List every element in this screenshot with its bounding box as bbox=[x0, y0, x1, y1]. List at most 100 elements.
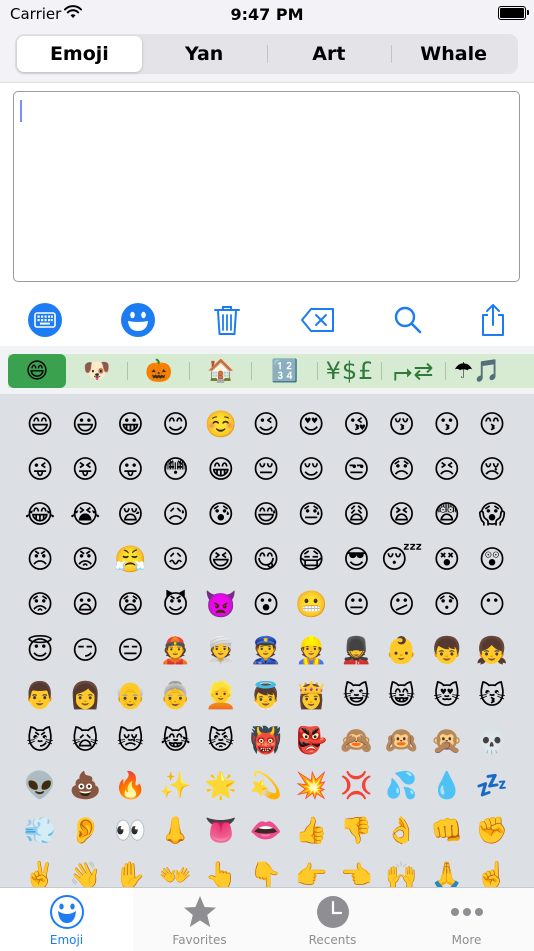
emoji-cell[interactable]: 👐 bbox=[155, 855, 197, 888]
search-button[interactable] bbox=[388, 300, 428, 340]
emoji-cell[interactable]: 😀 bbox=[109, 404, 151, 446]
emoji-cell[interactable]: 👵 bbox=[155, 675, 197, 717]
emoji-cell[interactable]: ✊ bbox=[471, 810, 513, 852]
emoji-cell[interactable]: 😹 bbox=[155, 720, 197, 762]
emoji-cell[interactable]: 🌟 bbox=[200, 765, 242, 807]
emoji-cell[interactable]: 😺 bbox=[335, 675, 377, 717]
emoji-cell[interactable]: 😗 bbox=[426, 404, 468, 446]
category-symbols[interactable]: 🔢 bbox=[252, 354, 318, 388]
emoji-cell[interactable]: 👳 bbox=[200, 630, 242, 672]
emoji-cell[interactable]: 😘 bbox=[335, 404, 377, 446]
category-smileys[interactable]: 😄 bbox=[8, 354, 66, 388]
tab-recents[interactable]: Recents bbox=[266, 888, 399, 951]
emoji-cell[interactable]: 👹 bbox=[245, 720, 287, 762]
text-editor[interactable] bbox=[13, 91, 520, 282]
emoji-cell[interactable]: 👌 bbox=[381, 810, 423, 852]
emoji-cell[interactable]: 👩 bbox=[64, 675, 106, 717]
emoji-cell[interactable]: 💥 bbox=[290, 765, 332, 807]
emoji-cell[interactable]: 👊 bbox=[426, 810, 468, 852]
emoji-cell[interactable]: 🙈 bbox=[335, 720, 377, 762]
emoji-cell[interactable]: 👿 bbox=[200, 584, 242, 626]
emoji-cell[interactable]: 😑 bbox=[109, 630, 151, 672]
emoji-cell[interactable]: 🙊 bbox=[426, 720, 468, 762]
emoji-cell[interactable]: 😥 bbox=[155, 494, 197, 536]
emoji-cell[interactable]: 👇 bbox=[245, 855, 287, 888]
emoji-cell[interactable]: 😭 bbox=[64, 494, 106, 536]
emoji-cell[interactable]: 👀 bbox=[109, 810, 151, 852]
backspace-button[interactable] bbox=[298, 300, 338, 340]
emoji-cell[interactable]: 🔥 bbox=[109, 765, 151, 807]
emoji-cell[interactable]: 👼 bbox=[245, 675, 287, 717]
emoji-cell[interactable]: ☺️ bbox=[200, 404, 242, 446]
emoji-cell[interactable]: ✌️ bbox=[19, 855, 61, 888]
emoji-cell[interactable]: 💨 bbox=[19, 810, 61, 852]
emoji-cell[interactable]: 👦 bbox=[426, 630, 468, 672]
segment-whale[interactable]: Whale bbox=[391, 36, 516, 72]
emoji-cell[interactable]: 😒 bbox=[335, 449, 377, 491]
tab-emoji[interactable]: Emoji bbox=[0, 888, 133, 951]
emoji-cell[interactable]: 😻 bbox=[426, 675, 468, 717]
emoji-cell[interactable]: 😍 bbox=[290, 404, 332, 446]
emoji-cell[interactable]: 🙏 bbox=[426, 855, 468, 888]
emoji-cell[interactable]: 😄 bbox=[19, 404, 61, 446]
emoji-cell[interactable]: 👴 bbox=[109, 675, 151, 717]
emoji-cell[interactable]: 😫 bbox=[381, 494, 423, 536]
emoji-cell[interactable]: 👷 bbox=[290, 630, 332, 672]
category-objects[interactable]: 🎃 bbox=[128, 354, 190, 388]
emoji-cell[interactable]: 😈 bbox=[155, 584, 197, 626]
emoji-cell[interactable]: 💦 bbox=[381, 765, 423, 807]
clear-button[interactable] bbox=[207, 300, 247, 340]
emoji-cell[interactable]: 👋 bbox=[64, 855, 106, 888]
emoji-cell[interactable]: 👉 bbox=[290, 855, 332, 888]
emoji-cell[interactable]: 😰 bbox=[200, 494, 242, 536]
emoji-cell[interactable]: 😶 bbox=[471, 584, 513, 626]
category-misc[interactable]: ☂🎵 bbox=[446, 354, 508, 388]
emoji-cell[interactable]: 👮 bbox=[245, 630, 287, 672]
emoji-cell[interactable]: 😇 bbox=[19, 630, 61, 672]
emoji-cell[interactable]: 😕 bbox=[381, 584, 423, 626]
emoji-cell[interactable]: 😠 bbox=[19, 539, 61, 581]
emoji-cell[interactable]: 👆 bbox=[200, 855, 242, 888]
emoji-cell[interactable]: 😵 bbox=[426, 539, 468, 581]
emoji-cell[interactable]: 😮 bbox=[245, 584, 287, 626]
emoji-cell[interactable]: 😞 bbox=[381, 449, 423, 491]
emoji-cell[interactable]: 😽 bbox=[471, 675, 513, 717]
emoji-cell[interactable]: 😋 bbox=[245, 539, 287, 581]
emoji-cell[interactable]: 😆 bbox=[200, 539, 242, 581]
emoji-cell[interactable]: 👎 bbox=[335, 810, 377, 852]
emoji-cell[interactable]: 😱 bbox=[471, 494, 513, 536]
emoji-cell[interactable]: 👽 bbox=[19, 765, 61, 807]
emoji-cell[interactable]: 😌 bbox=[290, 449, 332, 491]
segment-emoji[interactable]: Emoji bbox=[17, 36, 142, 72]
emoji-cell[interactable]: 💀 bbox=[471, 720, 513, 762]
emoji-cell[interactable]: 😐 bbox=[335, 584, 377, 626]
emoji-cell[interactable]: 😜 bbox=[19, 449, 61, 491]
emoji-cell[interactable]: 👃 bbox=[155, 810, 197, 852]
emoji-cell[interactable]: 👸 bbox=[290, 675, 332, 717]
emoji-cell[interactable]: 😎 bbox=[335, 539, 377, 581]
emoji-cell[interactable]: 😓 bbox=[290, 494, 332, 536]
emoji-cell[interactable]: 😉 bbox=[245, 404, 287, 446]
emoji-cell[interactable]: 💂 bbox=[335, 630, 377, 672]
emoji-cell[interactable]: ✨ bbox=[155, 765, 197, 807]
emoji-cell[interactable]: 😸 bbox=[381, 675, 423, 717]
emoji-cell[interactable]: 👱 bbox=[200, 675, 242, 717]
tab-favorites[interactable]: Favorites bbox=[133, 888, 266, 951]
emoji-cell[interactable]: 😏 bbox=[64, 630, 106, 672]
category-arrows[interactable]: ⮣⇄ bbox=[382, 354, 446, 388]
category-currency[interactable]: ¥$£ bbox=[318, 354, 382, 388]
emoji-cell[interactable]: 👨 bbox=[19, 675, 61, 717]
emoji-cell[interactable]: 😩 bbox=[335, 494, 377, 536]
emoji-cell[interactable]: 😧 bbox=[109, 584, 151, 626]
emoji-cell[interactable]: 😣 bbox=[426, 449, 468, 491]
share-button[interactable] bbox=[473, 300, 513, 340]
emoji-cell[interactable]: 😿 bbox=[109, 720, 151, 762]
emoji-cell[interactable]: 💩 bbox=[64, 765, 106, 807]
keyboard-button[interactable] bbox=[25, 300, 65, 340]
emoji-cell[interactable]: 😴 bbox=[381, 539, 423, 581]
segment-yan[interactable]: Yan bbox=[142, 36, 267, 72]
emoji-cell[interactable]: 😾 bbox=[200, 720, 242, 762]
emoji-cell[interactable]: 😤 bbox=[109, 539, 151, 581]
segment-art[interactable]: Art bbox=[266, 36, 392, 72]
emoji-cell[interactable]: 😳 bbox=[155, 449, 197, 491]
